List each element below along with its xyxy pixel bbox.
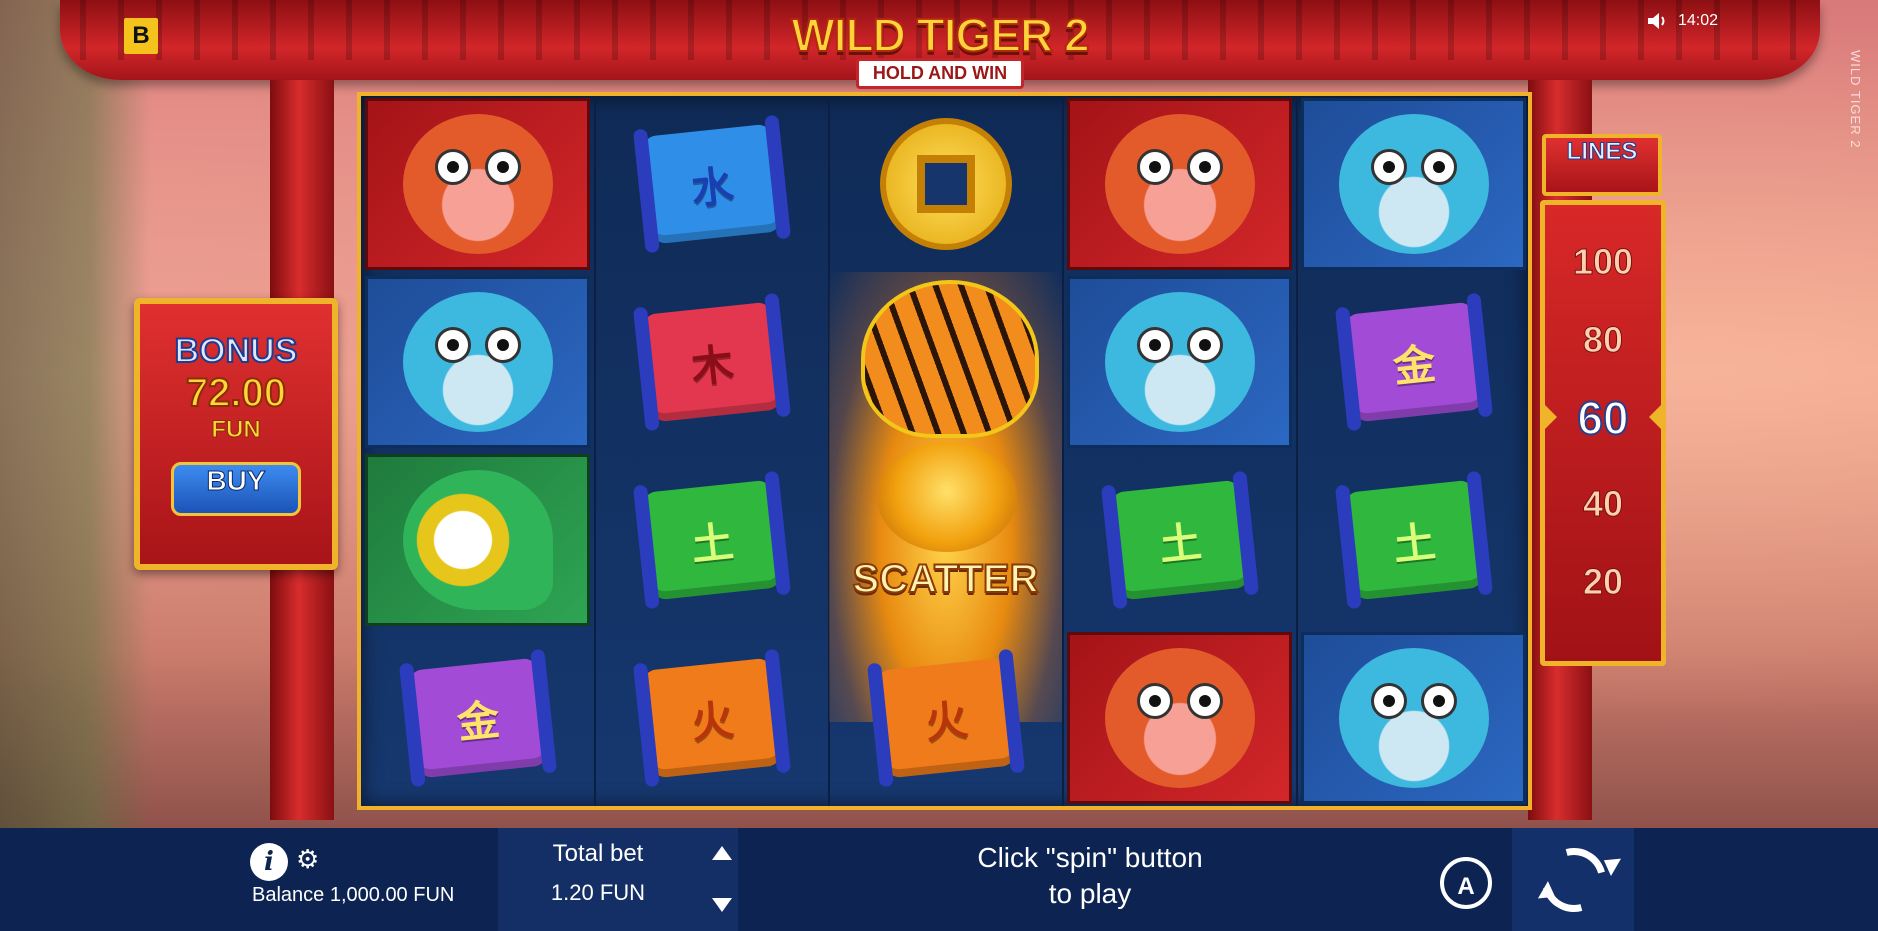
frog-symbol	[1301, 98, 1526, 270]
reel-5: 金 土	[1297, 96, 1530, 806]
spin-button[interactable]	[1512, 828, 1634, 931]
frog-symbol	[365, 276, 590, 448]
scroll-glyph: 土	[641, 479, 782, 601]
background-tree	[0, 0, 150, 830]
coin-icon	[879, 118, 1012, 250]
frog-symbol	[1301, 632, 1526, 804]
ox-face-icon	[402, 114, 553, 254]
lines-option-20[interactable]: 20	[1545, 561, 1661, 603]
reel-1: 金	[361, 96, 596, 806]
scatter-label: SCATTER	[852, 556, 1040, 602]
scroll-glyph: 火	[641, 657, 782, 779]
scroll-symbol-mu: 木	[599, 276, 824, 448]
lines-pointer-right-icon	[1649, 401, 1665, 433]
scroll-glyph: 土	[1343, 479, 1484, 601]
status-message: Click "spin" button to play	[880, 840, 1300, 912]
scroll-symbol-huo: 火	[599, 632, 824, 804]
reel-4: 土	[1063, 96, 1298, 806]
frog-symbol	[1067, 276, 1292, 448]
frog-face-icon	[402, 292, 553, 432]
autoplay-button[interactable]: A	[1440, 857, 1492, 909]
bet-decrease-arrow-icon[interactable]	[712, 898, 732, 912]
vertical-game-title: WILD TIGER 2	[1848, 50, 1863, 149]
bonus-currency: FUN	[211, 416, 261, 444]
scroll-glyph: 土	[1109, 479, 1250, 601]
bet-increase-arrow-icon[interactable]	[712, 846, 732, 860]
scroll-symbol-huo: 火	[833, 632, 1058, 804]
lines-option-100[interactable]: 100	[1545, 241, 1661, 283]
status-message-line1: Click "spin" button	[977, 842, 1203, 873]
scroll-symbol-tu: 土	[1301, 454, 1526, 626]
brand-badge: B	[124, 18, 158, 54]
scroll-glyph: 火	[875, 657, 1016, 779]
tiger-wild-icon	[861, 280, 1039, 438]
ox-symbol	[1067, 98, 1292, 270]
lines-pointer-left-icon	[1541, 401, 1557, 433]
balance-display: Balance 1,000.00 FUN	[252, 884, 455, 906]
status-clock: 14:02	[1648, 12, 1718, 30]
reel-3: SCATTER 火	[829, 96, 1064, 806]
lines-option-40[interactable]: 40	[1545, 483, 1661, 525]
gear-icon[interactable]: ⚙	[296, 845, 326, 875]
scroll-glyph: 水	[641, 123, 782, 245]
scroll-symbol-tu: 土	[599, 454, 824, 626]
info-icon[interactable]: i	[250, 843, 288, 881]
frog-face-icon	[1104, 292, 1255, 432]
scroll-symbol-jin: 金	[1301, 276, 1526, 448]
ox-face-icon	[1104, 648, 1255, 788]
crane-symbol	[365, 454, 590, 626]
lines-selector: 100 80 60 40 20	[1540, 200, 1666, 666]
scroll-glyph: 金	[407, 657, 548, 779]
scroll-glyph: 金	[1343, 301, 1484, 423]
lines-label: LINES	[1542, 134, 1662, 196]
clock-time: 14:02	[1678, 12, 1719, 29]
logo-title: WILD TIGER 2	[790, 8, 1090, 62]
scroll-glyph: 木	[641, 301, 782, 423]
spin-arrows-icon	[1530, 836, 1618, 924]
lines-option-60-selected[interactable]: 60	[1545, 391, 1661, 445]
bonus-title: BONUS	[174, 331, 299, 371]
ox-symbol	[365, 98, 590, 270]
total-bet-value: 1.20 FUN	[550, 880, 646, 905]
scroll-symbol-shui: 水	[599, 98, 824, 270]
reel-2: 水 木 土 火	[595, 96, 830, 806]
coin-symbol	[833, 98, 1058, 270]
logo-subtitle: HOLD AND WIN	[855, 58, 1025, 89]
total-bet-control: Total bet 1.20 FUN	[498, 828, 738, 931]
scroll-symbol-jin: 金	[365, 632, 590, 804]
total-bet-label: Total bet	[552, 840, 644, 867]
bonus-amount: 72.00	[185, 370, 287, 416]
sound-icon[interactable]	[1648, 12, 1668, 30]
dragon-mask-icon	[877, 442, 1017, 552]
bonus-buy-panel: BONUS 72.00 FUN BUY	[134, 298, 338, 570]
crane-face-icon	[402, 470, 553, 610]
reel-grid: 金 水 木 土 火 SCATTER 火 土 金 土	[357, 92, 1532, 810]
frog-face-icon	[1338, 114, 1489, 254]
frog-face-icon	[1338, 648, 1489, 788]
scroll-symbol-tu: 土	[1067, 454, 1292, 626]
buy-bonus-button[interactable]: BUY	[171, 462, 301, 516]
lines-option-80[interactable]: 80	[1545, 319, 1661, 361]
ox-symbol	[1067, 632, 1292, 804]
status-message-line2: to play	[1048, 878, 1132, 909]
ox-face-icon	[1104, 114, 1255, 254]
